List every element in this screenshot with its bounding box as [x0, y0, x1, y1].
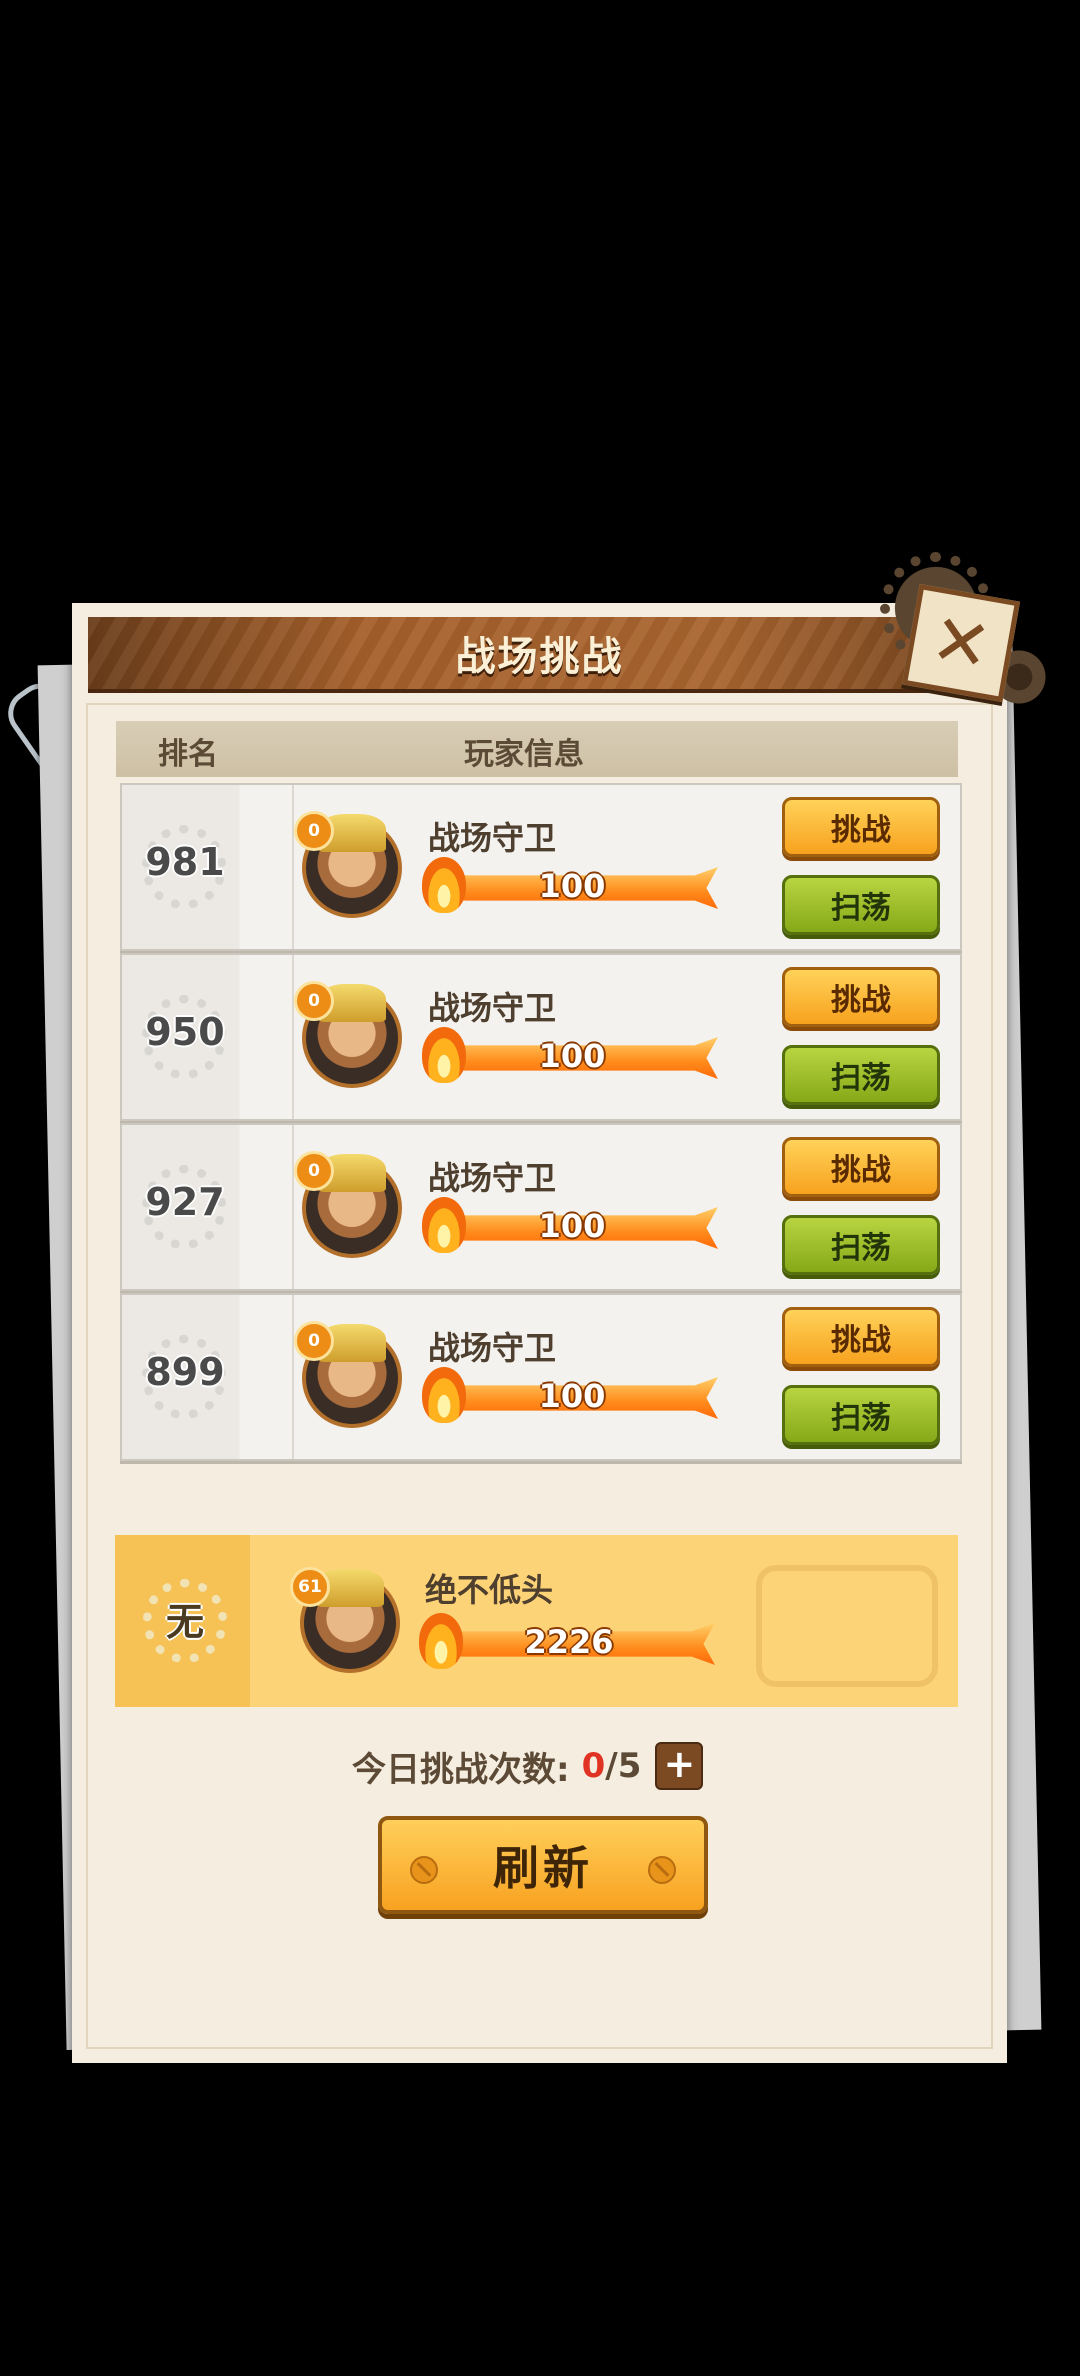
close-button[interactable]: ✕	[901, 583, 1021, 703]
refresh-button[interactable]: 刷新	[378, 1816, 708, 1914]
divider	[292, 955, 294, 1119]
sweep-button[interactable]: 扫荡	[782, 875, 940, 935]
bolt-icon	[410, 1856, 438, 1884]
level-badge: 0	[294, 981, 334, 1021]
sweep-button[interactable]: 扫荡	[782, 1385, 940, 1445]
my-rank-value: 无	[165, 1600, 204, 1644]
refresh-label: 刷新	[493, 1841, 593, 1895]
rank-number: 981	[145, 840, 225, 884]
pistol-decoration-icon	[756, 1565, 938, 1687]
list-item: 899 0 战场守卫 100 挑战 扫荡	[120, 1293, 962, 1461]
divider	[292, 785, 294, 949]
level-badge: 0	[294, 1321, 334, 1361]
level-badge: 0	[294, 811, 334, 851]
challenge-button[interactable]: 挑战	[782, 1307, 940, 1367]
header-rank: 排名	[158, 737, 218, 772]
my-power-value: 2226	[524, 1623, 614, 1661]
power-value: 100	[538, 1037, 606, 1075]
my-player-name: 绝不低头	[425, 1571, 554, 1609]
my-rank-card: 无 61 绝不低头 2226	[115, 1535, 958, 1707]
challenge-button[interactable]: 挑战	[782, 1137, 940, 1197]
daily-total-count: /5	[605, 1746, 642, 1786]
divider	[292, 1125, 294, 1289]
rank-number: 927	[145, 1180, 225, 1224]
power-value: 100	[538, 1377, 606, 1415]
daily-challenge-count: 今日挑战次数: 0 /5 +	[352, 1738, 704, 1794]
level-badge: 0	[294, 1151, 334, 1191]
my-level-badge: 61	[290, 1567, 330, 1607]
player-name: 战场守卫	[428, 1329, 557, 1367]
bolt-icon	[648, 1856, 676, 1884]
sweep-button[interactable]: 扫荡	[782, 1215, 940, 1275]
player-name: 战场守卫	[428, 1159, 557, 1197]
add-attempts-button[interactable]: +	[655, 1742, 704, 1790]
daily-count-label: 今日挑战次数:	[352, 1749, 570, 1790]
list-header: 排名 玩家信息	[116, 721, 958, 777]
rank-number: 950	[145, 1010, 225, 1054]
list-item: 950 0 战场守卫 100 挑战 扫荡	[120, 953, 962, 1121]
panel-title: 战场挑战	[455, 634, 624, 680]
power-value: 100	[538, 1207, 606, 1245]
header-player-info: 玩家信息	[464, 737, 584, 772]
player-name: 战场守卫	[428, 989, 557, 1027]
close-icon: ✕	[924, 597, 998, 689]
challenge-button[interactable]: 挑战	[782, 967, 940, 1027]
player-name: 战场守卫	[428, 819, 557, 857]
list-item: 927 0 战场守卫 100 挑战 扫荡	[120, 1123, 962, 1291]
title-bar: 战场挑战	[88, 617, 991, 693]
rank-number: 899	[145, 1350, 225, 1394]
challenge-button[interactable]: 挑战	[782, 797, 940, 857]
game-screen: 战场挑战 ✕ 排名 玩家信息 981 0 战场守卫 100 挑战 扫荡 950 …	[0, 0, 1080, 2376]
divider	[292, 1295, 294, 1459]
close-control[interactable]: ✕	[880, 552, 1050, 730]
daily-used-count: 0	[581, 1746, 606, 1786]
power-value: 100	[538, 867, 606, 905]
sweep-button[interactable]: 扫荡	[782, 1045, 940, 1105]
plus-icon: +	[663, 1742, 696, 1786]
list-item: 981 0 战场守卫 100 挑战 扫荡	[120, 783, 962, 951]
